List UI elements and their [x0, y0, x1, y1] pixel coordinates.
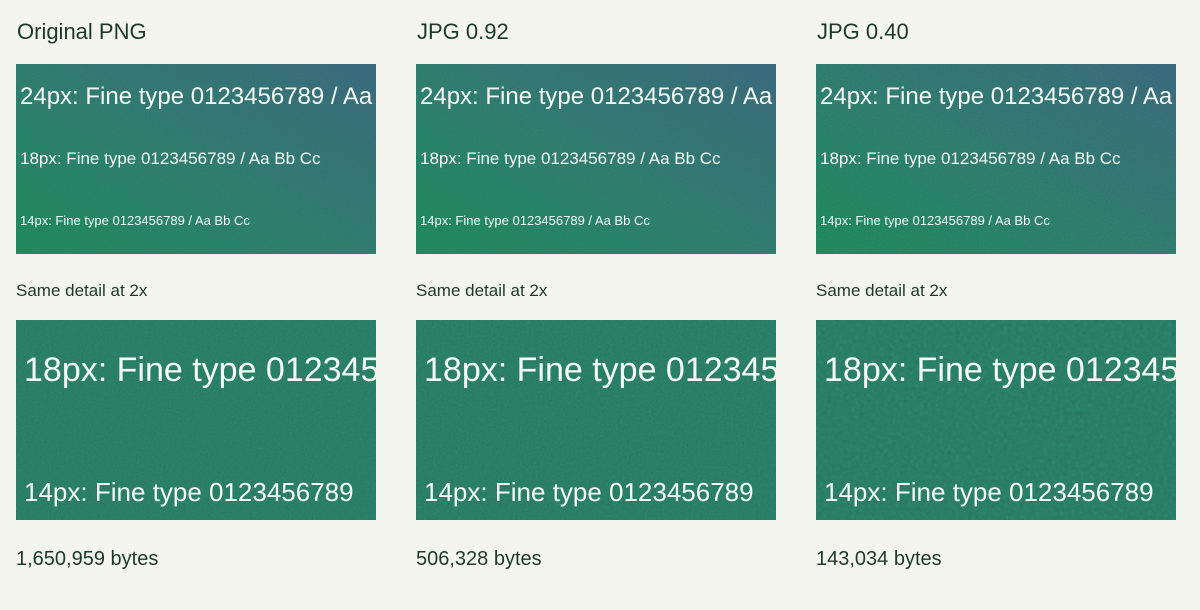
zoom-detail-panel: 18px: Fine type 0123456789 14px: Fine ty… — [16, 320, 376, 520]
zoom-text-14px: 14px: Fine type 0123456789 — [24, 477, 354, 507]
column-title: JPG 0.40 — [817, 19, 909, 44]
detail-caption: Same detail at 2x — [16, 281, 148, 300]
sample-text-18px: 18px: Fine type 0123456789 / Aa Bb Cc — [420, 149, 721, 168]
sample-text-24px: 24px: Fine type 0123456789 / Aa Bb Cc — [420, 83, 776, 110]
sample-text-14px: 14px: Fine type 0123456789 / Aa Bb Cc — [20, 213, 250, 228]
zoom-text-18px: 18px: Fine type 0123456789 — [24, 351, 376, 389]
sample-text-14px: 14px: Fine type 0123456789 / Aa Bb Cc — [820, 213, 1050, 228]
sample-image-panel: 24px: Fine type 0123456789 / Aa Bb Cc 18… — [16, 64, 376, 254]
zoom-text-14px: 14px: Fine type 0123456789 — [424, 477, 754, 507]
detail-caption: Same detail at 2x — [816, 281, 948, 300]
column-title: JPG 0.92 — [417, 19, 509, 44]
zoom-detail-panel: 18px: Fine type 0123456789 14px: Fine ty… — [416, 320, 776, 520]
sample-text-14px: 14px: Fine type 0123456789 / Aa Bb Cc — [420, 213, 650, 228]
detail-caption: Same detail at 2x — [416, 281, 548, 300]
sample-text-18px: 18px: Fine type 0123456789 / Aa Bb Cc — [820, 149, 1121, 168]
file-size: 506,328 bytes — [416, 548, 542, 570]
zoom-text-18px: 18px: Fine type 0123456789 — [824, 351, 1176, 389]
sample-text-24px: 24px: Fine type 0123456789 / Aa Bb Cc — [20, 83, 376, 110]
zoom-text-18px: 18px: Fine type 0123456789 — [424, 351, 776, 389]
zoom-detail-panel: 18px: Fine type 0123456789 14px: Fine ty… — [816, 320, 1176, 520]
file-size: 143,034 bytes — [816, 548, 942, 570]
sample-image-panel: 24px: Fine type 0123456789 / Aa Bb Cc 18… — [416, 64, 776, 254]
zoom-text-14px: 14px: Fine type 0123456789 — [824, 477, 1154, 507]
sample-text-24px: 24px: Fine type 0123456789 / Aa Bb Cc — [820, 83, 1176, 110]
file-size: 1,650,959 bytes — [16, 548, 159, 570]
sample-text-18px: 18px: Fine type 0123456789 / Aa Bb Cc — [20, 149, 321, 168]
sample-image-panel: 24px: Fine type 0123456789 / Aa Bb Cc 18… — [816, 64, 1176, 254]
column-title: Original PNG — [17, 19, 147, 44]
